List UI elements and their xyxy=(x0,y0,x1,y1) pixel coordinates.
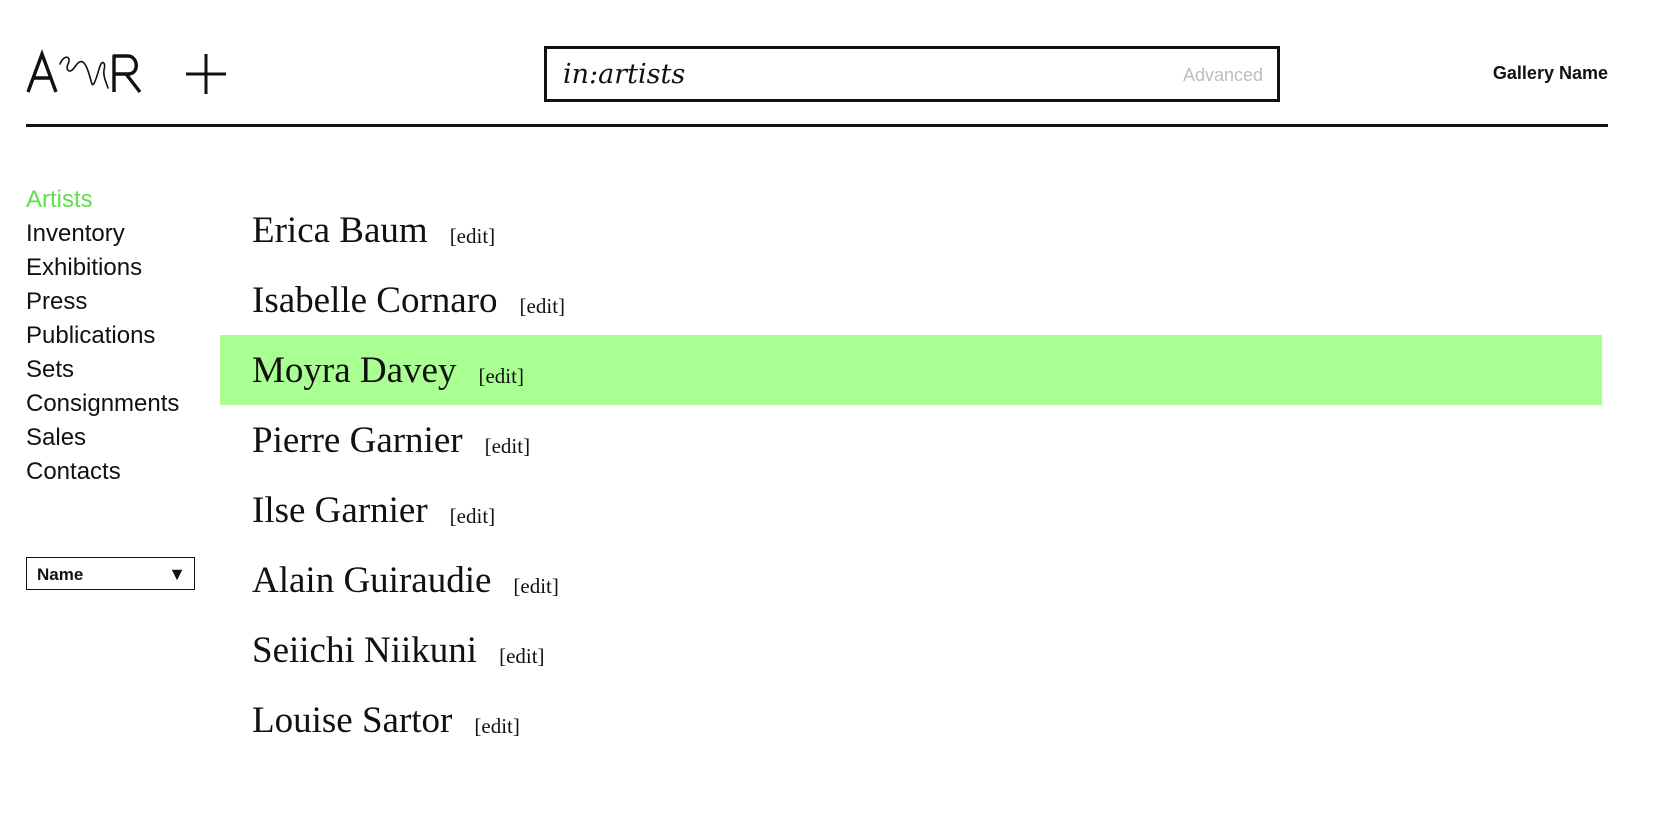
sidebar-item-exhibitions[interactable]: Exhibitions xyxy=(26,251,206,285)
search-box[interactable]: Advanced xyxy=(544,46,1280,102)
sidebar-item-publications[interactable]: Publications xyxy=(26,319,206,353)
artist-name[interactable]: Erica Baum xyxy=(252,209,428,252)
artist-name[interactable]: Louise Sartor xyxy=(252,699,452,742)
sidebar-nav-list: Artists Inventory Exhibitions Press Publ… xyxy=(26,183,206,489)
artist-list: Erica Baum [edit] Isabelle Cornaro [edit… xyxy=(220,195,1602,755)
artist-name[interactable]: Alain Guiraudie xyxy=(252,559,491,602)
gallery-name-menu[interactable]: Gallery Name xyxy=(1493,63,1608,84)
app-logo[interactable] xyxy=(26,48,142,96)
artist-name[interactable]: Ilse Garnier xyxy=(252,489,428,532)
artist-name[interactable]: Isabelle Cornaro xyxy=(252,279,498,322)
sidebar-item-consignments[interactable]: Consignments xyxy=(26,387,206,421)
add-button[interactable] xyxy=(184,52,228,96)
artist-name[interactable]: Seiichi Niikuni xyxy=(252,629,477,672)
artist-row[interactable]: Ilse Garnier [edit] xyxy=(220,475,1602,545)
artist-row[interactable]: Seiichi Niikuni [edit] xyxy=(220,615,1602,685)
artist-row[interactable]: Pierre Garnier [edit] xyxy=(220,405,1602,475)
sidebar-item-inventory[interactable]: Inventory xyxy=(26,217,206,251)
logo-mark-icon xyxy=(26,49,142,94)
sort-select[interactable]: Name ▼ xyxy=(26,557,195,590)
sidebar-item-sales[interactable]: Sales xyxy=(26,421,206,455)
edit-link[interactable]: [edit] xyxy=(450,504,495,529)
artist-name[interactable]: Pierre Garnier xyxy=(252,419,463,462)
artist-name[interactable]: Moyra Davey xyxy=(252,349,456,392)
sort-selected-value: Name xyxy=(37,564,84,584)
triangle-down-icon: ▼ xyxy=(168,563,186,584)
artist-row[interactable]: Moyra Davey [edit] xyxy=(220,335,1602,405)
edit-link[interactable]: [edit] xyxy=(520,294,565,319)
advanced-search-link[interactable]: Advanced xyxy=(1183,65,1263,86)
edit-link[interactable]: [edit] xyxy=(513,574,558,599)
edit-link[interactable]: [edit] xyxy=(474,714,519,739)
sidebar-item-sets[interactable]: Sets xyxy=(26,353,206,387)
artist-row[interactable]: Alain Guiraudie [edit] xyxy=(220,545,1602,615)
sidebar-nav: Artists Inventory Exhibitions Press Publ… xyxy=(26,183,206,489)
artist-row[interactable]: Isabelle Cornaro [edit] xyxy=(220,265,1602,335)
sidebar-item-press[interactable]: Press xyxy=(26,285,206,319)
edit-link[interactable]: [edit] xyxy=(485,434,530,459)
sidebar-item-artists[interactable]: Artists xyxy=(26,183,206,217)
sidebar-item-contacts[interactable]: Contacts xyxy=(26,455,206,489)
search-input[interactable] xyxy=(563,49,1183,99)
edit-link[interactable]: [edit] xyxy=(478,364,523,389)
edit-link[interactable]: [edit] xyxy=(450,224,495,249)
artist-row[interactable]: Erica Baum [edit] xyxy=(220,195,1602,265)
plus-icon xyxy=(186,54,226,94)
artist-row[interactable]: Louise Sartor [edit] xyxy=(220,685,1602,755)
edit-link[interactable]: [edit] xyxy=(499,644,544,669)
header-divider xyxy=(26,124,1608,127)
